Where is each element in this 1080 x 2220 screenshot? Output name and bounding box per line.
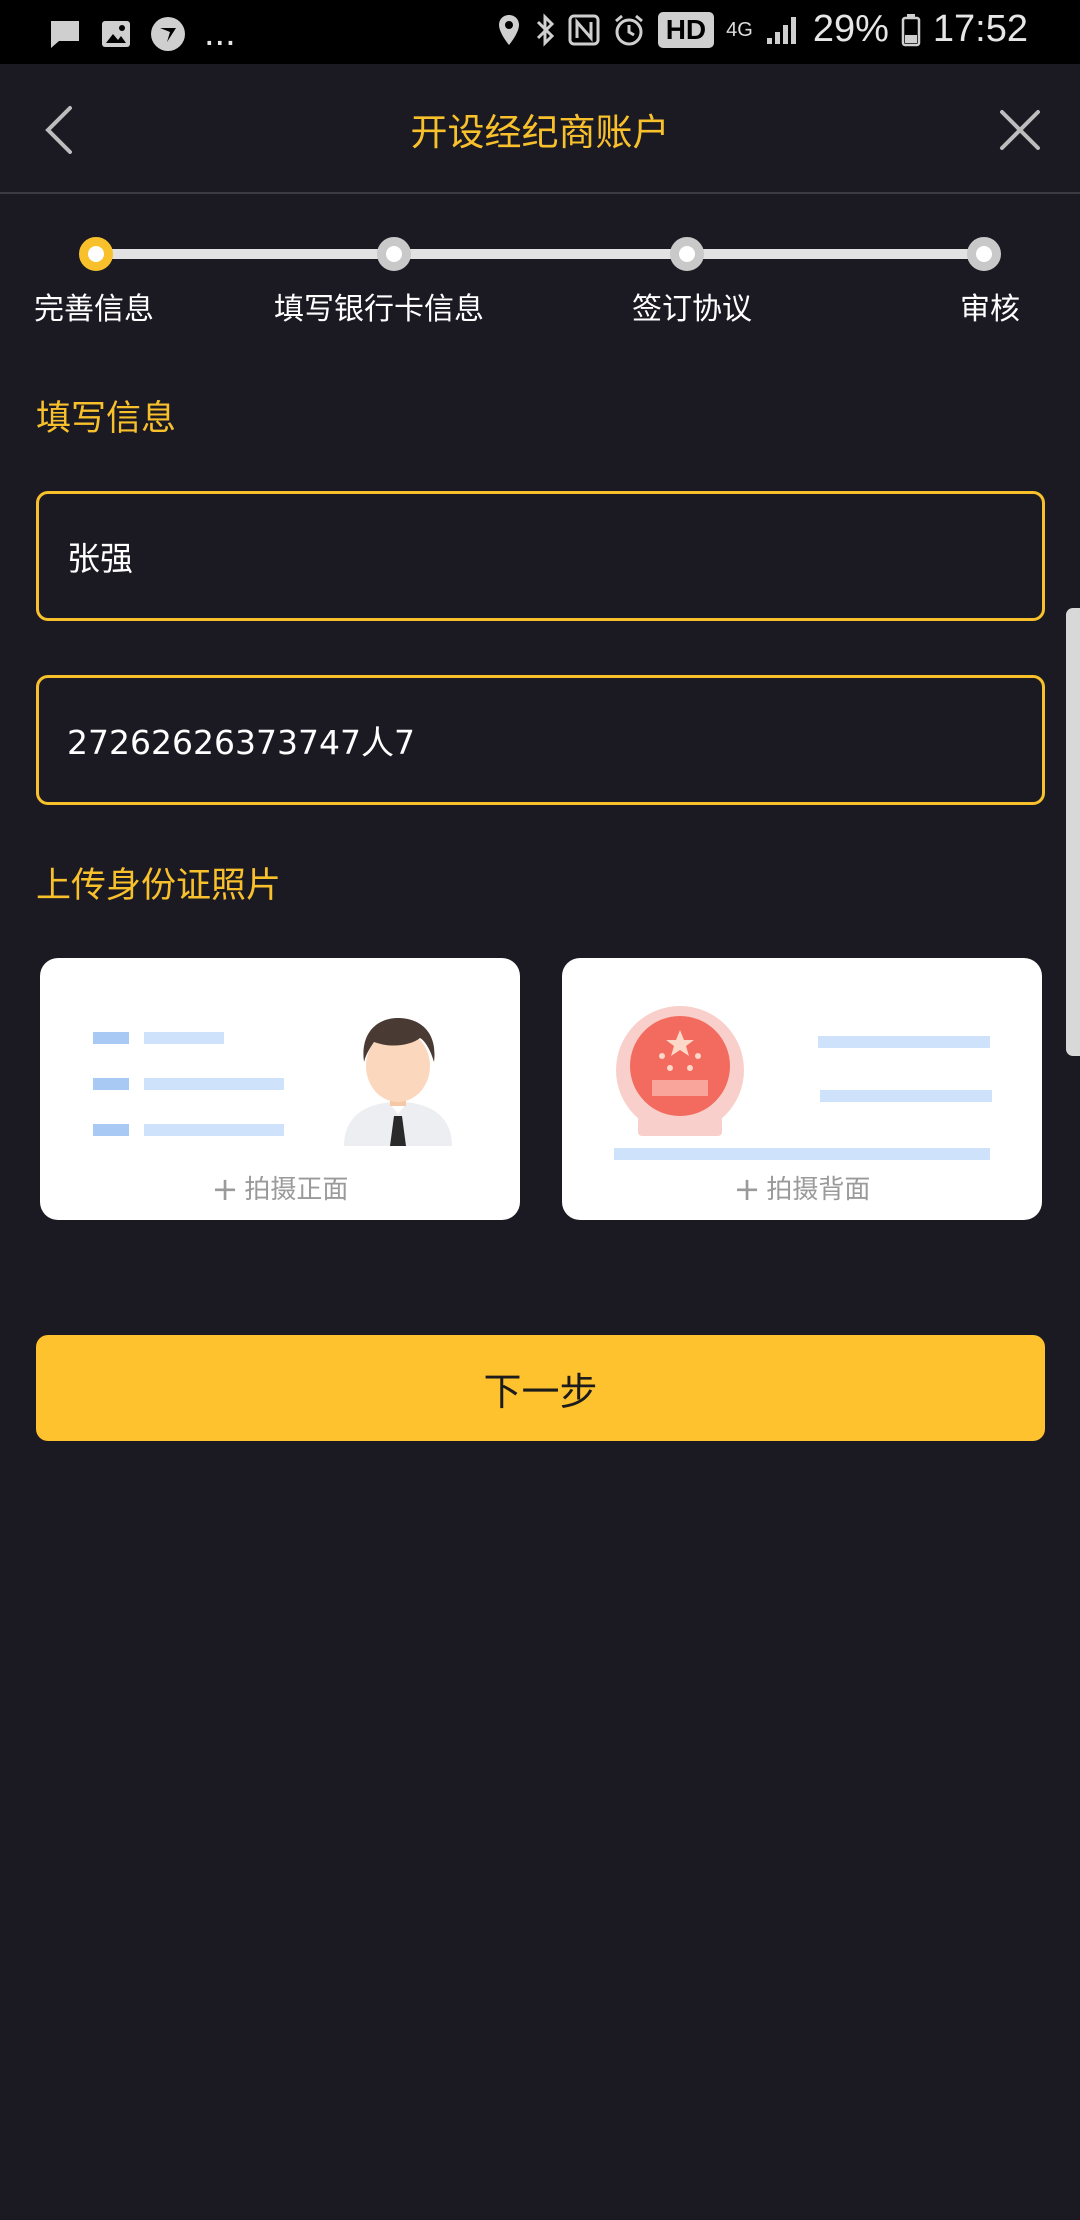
clock: 17:52 [932,8,1028,50]
step-dot-1 [79,237,113,271]
bluetooth-icon [536,12,554,47]
upload-id-title: 上传身份证照片 [36,866,282,906]
id-back-label: 拍摄背面 [766,1175,871,1205]
step-label-3: 签订协议 [632,292,752,327]
id-back-caption: + 拍摄背面 [562,1169,1042,1208]
app-header: 开设经纪商账户 [0,64,1080,194]
battery-percent: 29% [812,8,889,50]
progress-track [96,249,986,259]
step-dot-4 [967,237,1001,271]
battery-icon [901,13,921,46]
page-title: 开设经纪商账户 [410,111,670,154]
signal-icon [766,16,796,44]
id-number-input[interactable] [67,678,1007,802]
fill-info-title: 填写信息 [36,399,177,439]
scrollbar[interactable] [1066,608,1080,1056]
notification-icons: ... [48,12,236,55]
id-back-upload[interactable]: + 拍摄背面 [562,958,1042,1220]
network-type: 4G [726,18,753,41]
more-notifications: ... [204,12,236,54]
location-icon [498,14,519,45]
close-icon[interactable] [996,106,1044,154]
next-step-button[interactable]: 下一步 [36,1335,1045,1441]
id-front-caption: + 拍摄正面 [40,1169,520,1208]
name-field [36,491,1045,621]
alarm-icon [614,14,643,45]
step-label-2: 填写银行卡信息 [274,292,484,327]
status-bar: ... HD 4G 29% 17:52 [0,0,1080,64]
message-icon [51,20,79,48]
step-label-1: 完善信息 [34,292,154,327]
step-dot-2 [377,237,411,271]
id-front-label: 拍摄正面 [244,1175,349,1205]
plus-icon: + [211,1170,239,1208]
name-input[interactable] [67,494,1007,618]
gallery-icon [102,20,130,47]
progress-steps: 完善信息 填写银行卡信息 签订协议 审核 [0,194,1080,344]
nfc-icon [568,14,600,45]
step-dot-3 [670,237,704,271]
plus-icon: + [733,1170,761,1208]
id-number-field [36,675,1045,805]
system-icons: HD 4G 29% 17:52 [496,8,1028,51]
step-label-4: 审核 [960,292,1020,327]
id-front-upload[interactable]: + 拍摄正面 [40,958,520,1220]
hd-badge: HD [657,11,715,48]
app-icon [151,16,185,51]
